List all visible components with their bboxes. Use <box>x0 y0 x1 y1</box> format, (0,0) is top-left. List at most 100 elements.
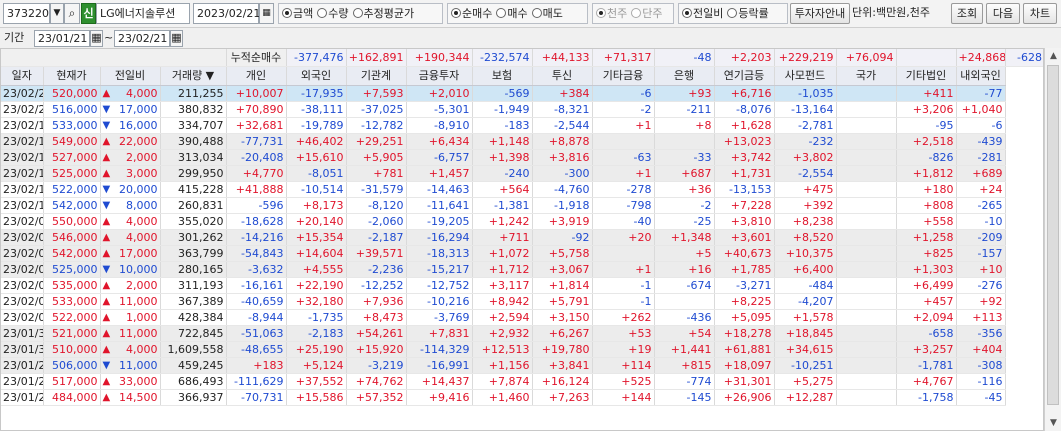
table-row[interactable]: 23/02/17533,000▼ 16,000334,707+32,681-19,… <box>1 117 1043 134</box>
table-row[interactable]: 23/01/31521,000▲ 11,000722,845-51,063-2,1… <box>1 325 1043 342</box>
search-icon[interactable]: ⌕ <box>64 3 80 24</box>
chevron-down-icon[interactable]: ▼ <box>50 3 64 24</box>
radio-radio3-0[interactable]: 천주 <box>596 4 627 23</box>
cumulative-cell: +76,094 <box>836 49 897 67</box>
volume-cell: 301,262 <box>160 229 227 246</box>
table-row[interactable]: 23/02/15527,000▲ 2,000313,034-20,408+15,6… <box>1 149 1043 166</box>
next-button[interactable]: 다음 <box>986 3 1020 24</box>
investor-value-cell: +1,457 <box>406 165 473 182</box>
investor-value-cell: -95 <box>896 117 957 134</box>
price-cell: 506,000 <box>43 357 101 374</box>
column-header[interactable]: 거래량 ▼ <box>160 66 227 86</box>
investor-value-cell: -14,216 <box>226 229 287 246</box>
investor-value-cell: +18,097 <box>714 357 775 374</box>
table-row[interactable]: 23/01/30510,000▲ 4,0001,609,558-48,655+25… <box>1 341 1043 358</box>
date-cell: 23/02/09 <box>1 213 44 230</box>
column-header[interactable]: 일자 <box>1 66 44 86</box>
vertical-scrollbar[interactable]: ▲ ▼ <box>1044 48 1061 431</box>
table-row[interactable]: 23/02/16549,000▲ 22,000390,488-77,731+46,… <box>1 133 1043 150</box>
investor-value-cell <box>836 181 897 198</box>
table-row[interactable]: 23/02/01522,000▲ 1,000428,384-8,944-1,735… <box>1 309 1043 326</box>
table-row[interactable]: 23/02/02533,000▲ 11,000367,389-40,659+32,… <box>1 293 1043 310</box>
table-row[interactable]: 23/01/27506,000▼11,000459,245+183+5,124-… <box>1 357 1043 374</box>
table-row[interactable]: 23/01/26517,000▲ 33,000686,493-111,629+37… <box>1 373 1043 390</box>
investor-value-cell <box>836 293 897 310</box>
investor-value-cell: -240 <box>472 165 533 182</box>
change-value: 11,000 <box>119 326 158 340</box>
table-row[interactable]: 23/02/03535,000▲ 2,000311,193-16,161+22,1… <box>1 277 1043 294</box>
change-value: 1,000 <box>126 310 158 324</box>
investor-value-cell: +384 <box>532 85 593 102</box>
date-input[interactable]: 2023/02/21 <box>193 3 260 24</box>
column-header[interactable]: 은행 <box>654 66 715 86</box>
table-row[interactable]: 23/02/20516,000▼ 17,000380,832+70,890-38,… <box>1 101 1043 118</box>
column-header[interactable]: 보험 <box>472 66 533 86</box>
chart-button[interactable]: 차트 <box>1023 3 1057 24</box>
table-row[interactable]: 23/02/14525,000▲ 3,000299,950+4,770-8,051… <box>1 165 1043 182</box>
radio-radio2-2[interactable]: 매도 <box>531 4 563 23</box>
stock-code-input[interactable]: 373220 <box>3 3 50 24</box>
volume-cell: 334,707 <box>160 117 227 134</box>
scroll-down-icon[interactable]: ▼ <box>1047 416 1060 430</box>
calendar-icon[interactable]: ▦ <box>259 3 274 24</box>
scroll-thumb[interactable] <box>1047 65 1059 405</box>
column-header[interactable]: 기타금융 <box>592 66 655 86</box>
radio-radio4-0[interactable]: 전일비 <box>682 4 723 23</box>
radio-radio2-0[interactable]: 순매수 <box>451 4 492 23</box>
calendar-icon[interactable]: ▦ <box>90 30 103 47</box>
table-row[interactable]: 23/02/09550,000▲ 4,000355,020-18,628+20,1… <box>1 213 1043 230</box>
investor-value-cell: +7,593 <box>346 85 407 102</box>
column-header[interactable]: 국가 <box>836 66 897 86</box>
investor-value-cell: +6,267 <box>532 325 593 342</box>
date-cell: 23/01/26 <box>1 373 44 390</box>
column-header[interactable]: 기타법인 <box>896 66 957 86</box>
table-row[interactable]: 23/02/06525,000▼ 10,000280,165-3,632+4,55… <box>1 261 1043 278</box>
table-row[interactable]: 23/02/07542,000▲ 17,000363,799-54,843+14,… <box>1 245 1043 262</box>
arrow-down-icon: ▼ <box>102 103 111 115</box>
radio-radio2-1[interactable]: 매수 <box>496 4 528 23</box>
radio-radio1-2[interactable]: 추정평균가 <box>352 4 414 23</box>
period-to-input[interactable]: 23/02/21 <box>114 30 170 47</box>
change-cell: ▲ 4,000 <box>100 229 161 246</box>
investor-value-cell: -11,641 <box>406 197 473 214</box>
radio-radio3-1[interactable]: 단주 <box>631 4 663 23</box>
radio-radio4-1[interactable]: 등락률 <box>727 4 769 23</box>
table-row[interactable]: 23/02/10542,000▼ 8,000260,831-596+8,173-8… <box>1 197 1043 214</box>
table-row[interactable]: 23/02/08546,000▲ 4,000301,262-14,216+15,3… <box>1 229 1043 246</box>
investor-value-cell: +5,275 <box>774 373 837 390</box>
price-cell: 517,000 <box>43 373 101 390</box>
calendar-icon[interactable]: ▦ <box>170 30 183 47</box>
investor-value-cell: -1 <box>592 277 655 294</box>
arrow-up-icon: ▲ <box>102 375 111 387</box>
date-cell: 23/02/13 <box>1 181 44 198</box>
column-header[interactable]: 현재가 <box>43 66 101 86</box>
scroll-up-icon[interactable]: ▲ <box>1047 49 1060 63</box>
column-header[interactable]: 연기금등 <box>714 66 775 86</box>
column-header[interactable]: 외국인 <box>286 66 347 86</box>
investor-value-cell <box>836 373 897 390</box>
column-header[interactable]: 투신 <box>532 66 593 86</box>
change-cell: ▼ 10,000 <box>100 261 161 278</box>
investor-guide-button[interactable]: 투자자안내 <box>790 3 850 24</box>
investor-value-cell: +3,841 <box>532 357 593 374</box>
column-header[interactable]: 개인 <box>226 66 287 86</box>
column-header[interactable]: 전일비 <box>100 66 161 86</box>
radio-radio1-0[interactable]: 금액 <box>282 4 313 23</box>
column-header[interactable]: 내외국인 <box>956 66 1006 86</box>
period-tilde: ~ <box>104 31 114 44</box>
table-row[interactable]: 23/01/25484,000▲ 14,500366,937-70,731+15,… <box>1 389 1043 406</box>
column-header[interactable]: 기관계 <box>346 66 407 86</box>
column-header[interactable]: 사모펀드 <box>774 66 837 86</box>
investor-value-cell: +392 <box>774 197 837 214</box>
investor-value-cell: +5,758 <box>532 245 593 262</box>
radio-radio1-1[interactable]: 수량 <box>317 4 349 23</box>
investor-value-cell: +31,301 <box>714 373 775 390</box>
table-row[interactable]: 23/02/21520,000▲ 4,000211,255+10,007-17,9… <box>1 85 1043 102</box>
investor-value-cell: -1,781 <box>896 357 957 374</box>
cumulative-cell: -628 <box>1005 49 1043 67</box>
table-row[interactable]: 23/02/13522,000▼ 20,000415,228+41,888-10,… <box>1 181 1043 198</box>
investor-value-cell: -1,758 <box>896 389 957 406</box>
period-from-input[interactable]: 23/01/21 <box>34 30 90 47</box>
column-header[interactable]: 금융투자 <box>406 66 473 86</box>
query-button[interactable]: 조회 <box>951 3 983 24</box>
